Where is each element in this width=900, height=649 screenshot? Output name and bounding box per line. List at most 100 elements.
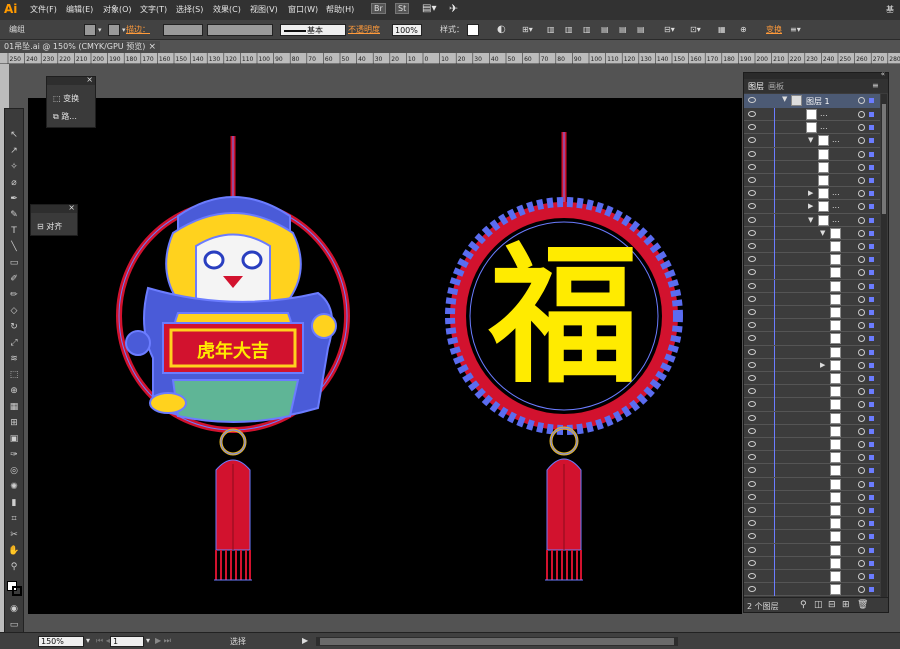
- stroke-color-swatch[interactable]: [12, 586, 22, 596]
- layers-scrollbar[interactable]: [881, 94, 887, 597]
- selection-indicator[interactable]: [869, 428, 874, 434]
- close-tab-icon[interactable]: ×: [148, 41, 156, 53]
- document-tab[interactable]: 01吊坠.ai @ 150% (CMYK/GPU 预览) ×: [0, 41, 160, 53]
- visibility-eye-icon[interactable]: [748, 375, 756, 381]
- target-icon[interactable]: [858, 493, 865, 501]
- transform-options-icon[interactable]: ≡▾: [790, 24, 801, 36]
- layer-row[interactable]: [744, 556, 880, 570]
- align-left-icon[interactable]: ▥: [547, 24, 555, 36]
- layer-name[interactable]: ...: [820, 109, 828, 118]
- paintbrush-tool-icon[interactable]: ✐: [7, 273, 21, 285]
- visibility-eye-icon[interactable]: [748, 533, 756, 540]
- stroke-dropdown-icon[interactable]: ▾: [122, 24, 126, 36]
- layer-row[interactable]: [744, 504, 880, 518]
- target-icon[interactable]: [858, 388, 865, 396]
- menu-window[interactable]: 窗口(W): [288, 4, 318, 15]
- panel-item-transform[interactable]: ⬚ 变换: [53, 93, 79, 104]
- target-icon[interactable]: [858, 97, 865, 104]
- rectangle-tool-icon[interactable]: ▭: [7, 257, 21, 269]
- layer-row[interactable]: ▼...: [744, 213, 880, 227]
- new-sublayer-icon[interactable]: ⊟: [828, 600, 836, 610]
- align-bottom-icon[interactable]: ▤: [637, 24, 645, 36]
- visibility-eye-icon[interactable]: [748, 467, 756, 474]
- selection-indicator[interactable]: [869, 217, 874, 223]
- expand-arrow-icon[interactable]: ▼: [808, 216, 813, 224]
- layer-name[interactable]: ...: [832, 188, 840, 197]
- new-layer-icon[interactable]: ⊞: [842, 600, 850, 610]
- mesh-tool-icon[interactable]: ⊞: [7, 417, 21, 429]
- warp-tool-icon[interactable]: ≋: [7, 353, 21, 365]
- visibility-eye-icon[interactable]: [748, 269, 756, 276]
- layer-name[interactable]: ...: [832, 201, 840, 210]
- panel-menu-icon[interactable]: ≡: [872, 81, 879, 90]
- layer-row[interactable]: [744, 174, 880, 188]
- visibility-eye-icon[interactable]: [748, 295, 756, 302]
- visibility-eye-icon[interactable]: [748, 163, 756, 170]
- visibility-eye-icon[interactable]: [748, 309, 756, 315]
- tab-layers[interactable]: 图层: [748, 81, 764, 92]
- selection-tool-icon[interactable]: ↖: [7, 129, 21, 141]
- graphic-style-swatch[interactable]: [467, 24, 479, 36]
- visibility-eye-icon[interactable]: [748, 137, 756, 144]
- layer-row[interactable]: [744, 306, 880, 320]
- selection-indicator[interactable]: [869, 310, 874, 315]
- selection-indicator[interactable]: [869, 402, 874, 408]
- menu-select[interactable]: 选择(S): [176, 4, 203, 15]
- target-icon[interactable]: [858, 586, 865, 594]
- layer-name[interactable]: ...: [832, 215, 840, 224]
- layer-name[interactable]: ...: [820, 122, 828, 131]
- target-icon[interactable]: [858, 229, 865, 237]
- menu-help[interactable]: 帮助(H): [326, 4, 354, 15]
- visibility-eye-icon[interactable]: [748, 203, 756, 210]
- selection-indicator[interactable]: [869, 442, 874, 447]
- expand-arrow-icon[interactable]: ▶: [820, 361, 825, 369]
- fill-dropdown-icon[interactable]: ▾: [98, 24, 102, 36]
- selection-indicator[interactable]: [869, 151, 874, 157]
- target-icon[interactable]: [858, 295, 865, 303]
- align-to-icon[interactable]: ⊞▾: [522, 24, 533, 36]
- zoom-tool-icon[interactable]: ⚲: [7, 561, 21, 573]
- target-icon[interactable]: [858, 520, 865, 528]
- target-icon[interactable]: [858, 216, 865, 224]
- brush-definition[interactable]: 基本: [280, 24, 346, 36]
- target-icon[interactable]: [858, 203, 865, 211]
- menu-effect[interactable]: 效果(C): [213, 4, 241, 15]
- target-icon[interactable]: [858, 480, 865, 488]
- selection-indicator[interactable]: [869, 323, 874, 329]
- align-top-icon[interactable]: ▤: [601, 24, 609, 36]
- stock-button[interactable]: St: [395, 3, 410, 14]
- horizontal-ruler[interactable]: 250 240 230 220 210 200 190 180 170 160 150 140 130 1…: [0, 53, 900, 64]
- target-icon[interactable]: [858, 335, 865, 343]
- target-icon[interactable]: [858, 507, 865, 514]
- close-icon[interactable]: ×: [68, 203, 75, 212]
- tiger-pendant[interactable]: 虎年大吉: [116, 136, 350, 581]
- target-icon[interactable]: [858, 124, 865, 132]
- target-icon[interactable]: [858, 111, 865, 118]
- align-right-icon[interactable]: ▥: [583, 24, 591, 36]
- scrollbar-thumb[interactable]: [320, 638, 674, 645]
- visibility-eye-icon[interactable]: [748, 573, 756, 579]
- visibility-eye-icon[interactable]: [748, 216, 756, 223]
- visibility-eye-icon[interactable]: [748, 177, 756, 183]
- collapse-icon[interactable]: «: [881, 70, 885, 78]
- layer-row[interactable]: [744, 292, 880, 306]
- panel-item-pathfinder[interactable]: ⧉ 路...: [53, 111, 77, 122]
- stroke-weight-field[interactable]: [163, 24, 203, 36]
- selection-indicator[interactable]: [869, 362, 874, 368]
- visibility-eye-icon[interactable]: [748, 586, 756, 593]
- free-transform-tool-icon[interactable]: ⬚: [7, 369, 21, 381]
- target-icon[interactable]: [858, 375, 865, 382]
- selection-indicator[interactable]: [869, 481, 874, 487]
- fu-pendant[interactable]: 福: [445, 132, 683, 581]
- screen-mode-icon[interactable]: ▭: [7, 619, 21, 631]
- visibility-eye-icon[interactable]: [748, 441, 756, 447]
- expand-arrow-icon[interactable]: ▼: [820, 229, 825, 237]
- artboard[interactable]: 虎年大吉 福: [28, 98, 742, 614]
- visibility-eye-icon[interactable]: [748, 546, 756, 553]
- selection-indicator[interactable]: [869, 98, 874, 103]
- recolor-icon[interactable]: ◐: [497, 24, 506, 36]
- visibility-eye-icon[interactable]: [748, 348, 756, 355]
- layer-row[interactable]: ▼: [744, 226, 880, 240]
- transform-label[interactable]: 变换: [766, 24, 782, 36]
- artboard-number-field[interactable]: 1: [110, 636, 144, 647]
